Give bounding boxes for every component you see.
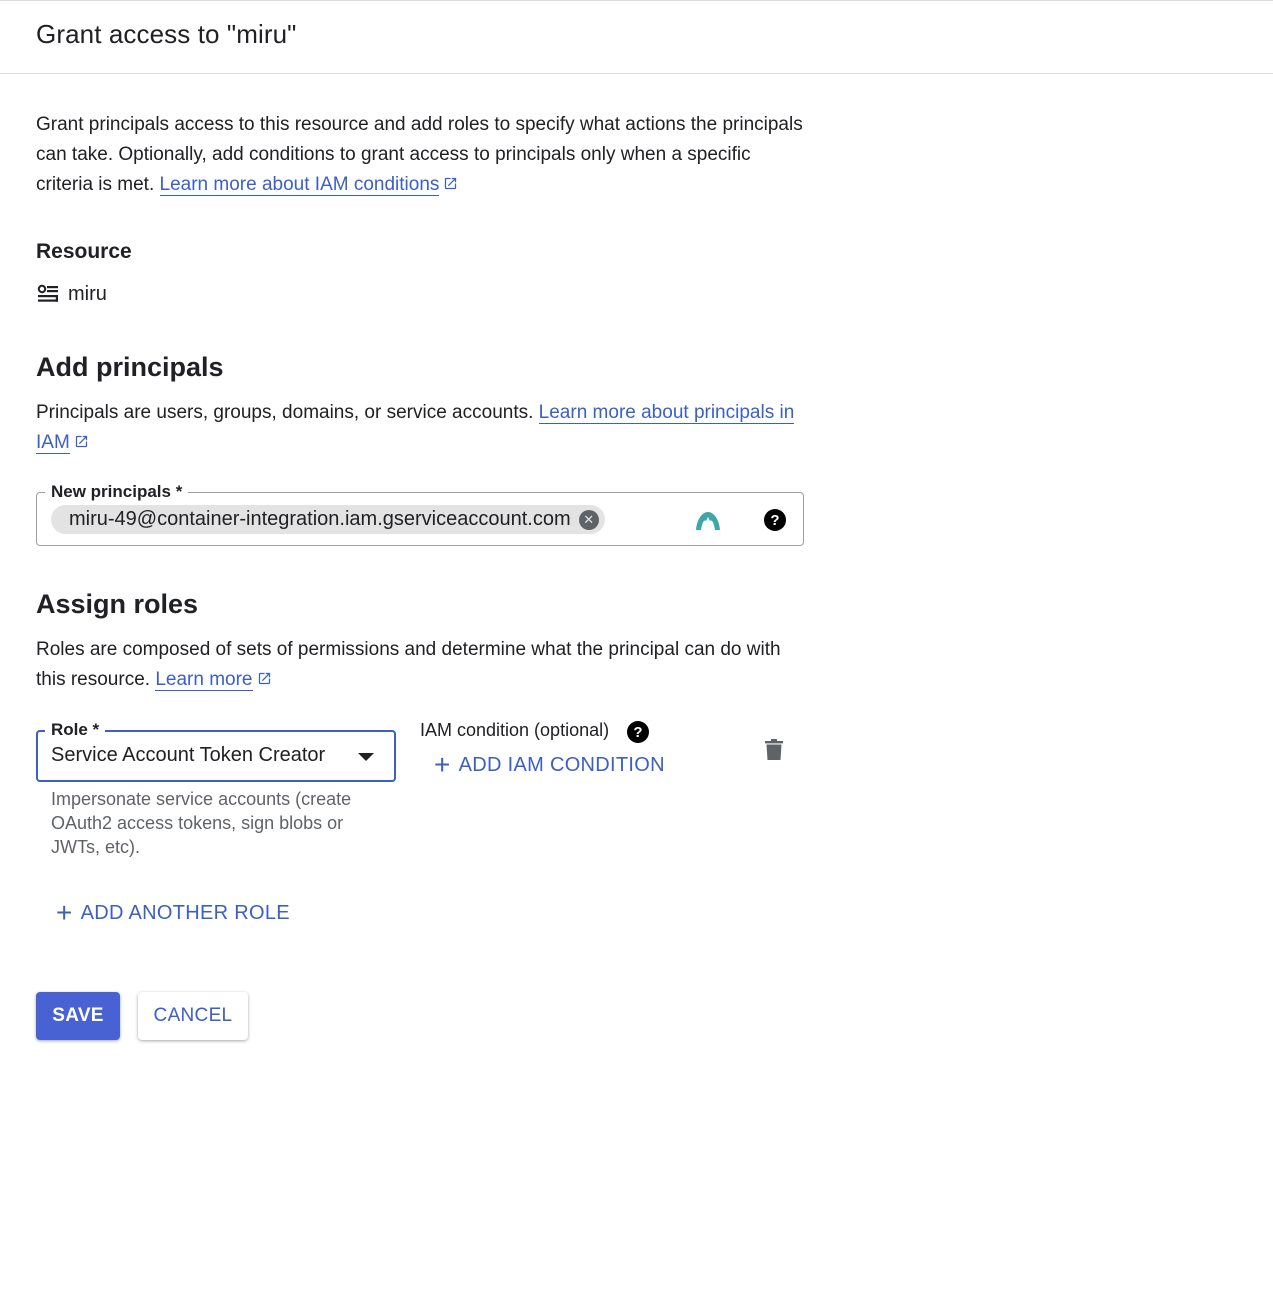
external-link-icon bbox=[258, 672, 270, 685]
resource-name: miru bbox=[68, 282, 107, 305]
role-description: Impersonate service accounts (create OAu… bbox=[51, 789, 352, 857]
iam-condition-label: IAM condition (optional) bbox=[420, 720, 610, 740]
save-button[interactable]: SAVE bbox=[36, 992, 120, 1040]
plus-icon: + bbox=[56, 897, 73, 928]
help-icon: ? bbox=[764, 509, 786, 531]
iam-condition-help-icon[interactable]: ? bbox=[626, 720, 650, 744]
cancel-button[interactable]: CANCEL bbox=[138, 992, 248, 1040]
add-another-role-label: ADD ANOTHER ROLE bbox=[80, 901, 290, 924]
add-iam-condition-label: ADD IAM CONDITION bbox=[458, 753, 665, 776]
roles-text: Roles are composed of sets of permission… bbox=[36, 639, 781, 690]
role-select-value: Service Account Token Creator bbox=[51, 744, 326, 766]
dialog-title: Grant access to "miru" bbox=[36, 19, 297, 49]
service-account-icon bbox=[37, 284, 58, 302]
add-iam-condition-button[interactable]: + ADD IAM CONDITION bbox=[434, 749, 665, 780]
roles-learn-more-link[interactable]: Learn more bbox=[155, 669, 253, 691]
arch-icon bbox=[696, 512, 720, 530]
principals-text: Principals are users, groups, domains, o… bbox=[36, 402, 534, 423]
dialog-header: Grant access to "miru" bbox=[0, 1, 1273, 74]
iam-conditions-link[interactable]: Learn more about IAM conditions bbox=[159, 174, 440, 196]
principals-paragraph: Principals are users, groups, domains, o… bbox=[36, 398, 806, 458]
roles-paragraph: Roles are composed of sets of permission… bbox=[36, 635, 806, 695]
trash-icon bbox=[765, 739, 783, 760]
plus-icon: + bbox=[434, 749, 451, 780]
intro-paragraph: Grant principals access to this resource… bbox=[36, 110, 806, 200]
principal-chip: miru-49@container-integration.iam.gservi… bbox=[51, 505, 605, 534]
add-principals-title: Add principals bbox=[36, 352, 224, 382]
help-icon: ? bbox=[627, 721, 649, 743]
dropdown-caret-icon bbox=[358, 753, 374, 761]
principal-suggestion-icon[interactable] bbox=[694, 507, 722, 533]
external-link-icon bbox=[445, 177, 457, 190]
role-label: Role * bbox=[45, 719, 106, 741]
assign-roles-title: Assign roles bbox=[36, 589, 199, 619]
delete-role-button[interactable] bbox=[762, 737, 786, 763]
principal-chip-text: miru-49@container-integration.iam.gservi… bbox=[69, 508, 571, 530]
remove-chip-icon[interactable]: ✕ bbox=[578, 509, 599, 530]
add-another-role-button[interactable]: + ADD ANOTHER ROLE bbox=[56, 897, 290, 928]
principals-help-icon[interactable]: ? bbox=[763, 508, 787, 532]
new-principals-label: New principals * bbox=[45, 481, 189, 503]
new-principals-field[interactable]: New principals * miru-49@container-integ… bbox=[36, 481, 804, 546]
resource-label: Resource bbox=[36, 240, 132, 263]
resource-row: miru bbox=[36, 282, 107, 306]
role-select[interactable]: Role * Service Account Token Creator bbox=[36, 719, 396, 782]
external-link-icon bbox=[75, 435, 87, 448]
